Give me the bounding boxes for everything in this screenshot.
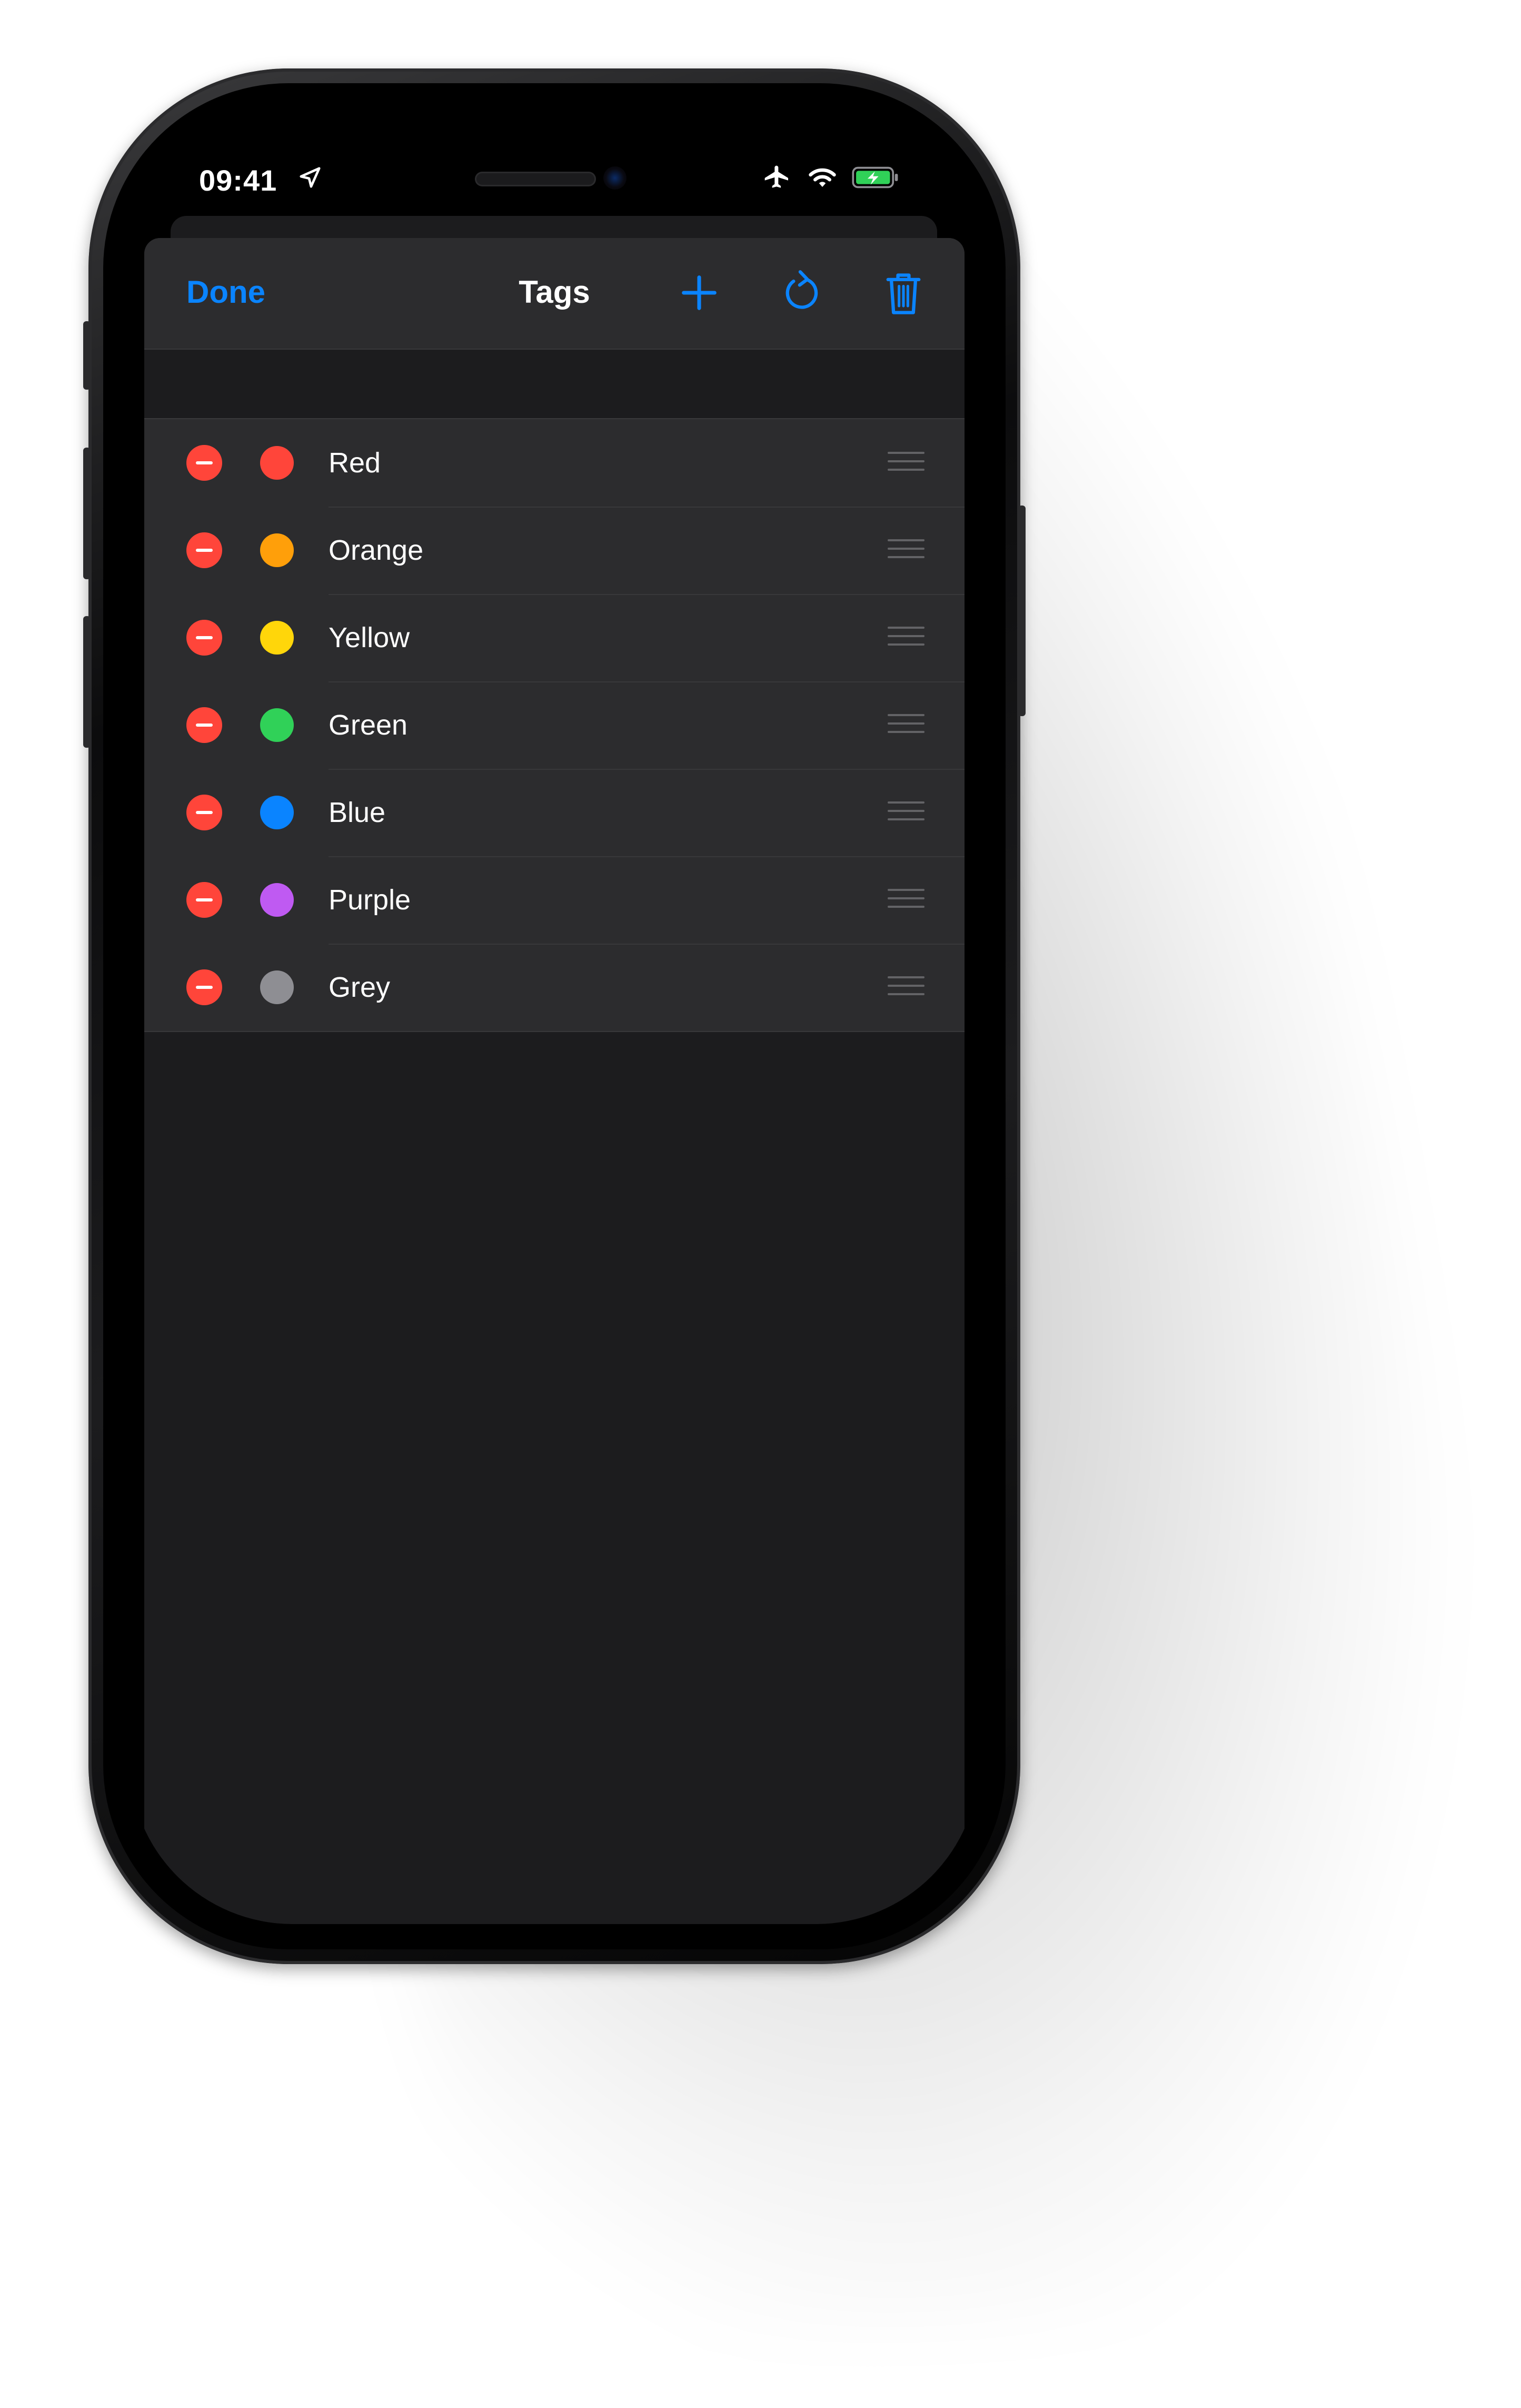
tag-label: Blue: [329, 797, 386, 828]
tag-label: Purple: [329, 884, 411, 916]
tag-label: Grey: [329, 972, 391, 1003]
front-camera: [603, 166, 627, 190]
page-title: Tags: [519, 274, 590, 310]
navigation-bar: Done Tags: [144, 238, 965, 350]
tag-row-orange: Orange: [144, 507, 965, 594]
tag-label: Red: [329, 447, 381, 479]
volume-up-button: [83, 448, 91, 579]
tag-row-red: Red: [144, 419, 965, 507]
tag-row-purple: Purple: [144, 856, 965, 944]
tag-label: Yellow: [329, 622, 410, 653]
color-dot-yellow: [260, 621, 294, 655]
reorder-handle-icon[interactable]: [888, 801, 924, 825]
reorder-handle-icon[interactable]: [888, 714, 924, 737]
tags-sheet: Done Tags Red Orange Yellow Green Blue P…: [144, 238, 965, 1924]
color-dot-red: [260, 446, 294, 480]
airplane-icon: [764, 165, 788, 188]
delete-grey-button[interactable]: [186, 969, 222, 1005]
tag-list: Red Orange Yellow Green Blue Purple Grey: [144, 418, 965, 1032]
color-dot-purple: [260, 883, 294, 917]
tag-row-blue: Blue: [144, 769, 965, 856]
reorder-handle-icon[interactable]: [888, 976, 924, 999]
reorder-handle-icon[interactable]: [888, 539, 924, 562]
screen: 09:41 Done Tags Red Orange Yellow Green …: [130, 105, 979, 1924]
battery-charging-icon: [852, 166, 898, 189]
speaker-grille: [475, 172, 596, 186]
delete-yellow-button[interactable]: [186, 620, 222, 656]
delete-orange-button[interactable]: [186, 532, 222, 568]
location-arrow-icon: [300, 167, 321, 188]
volume-down-button: [83, 616, 91, 748]
color-dot-orange: [260, 533, 294, 567]
wifi-icon: [809, 168, 836, 187]
delete-red-button[interactable]: [186, 445, 222, 481]
tag-row-green: Green: [144, 681, 965, 769]
delete-green-button[interactable]: [186, 707, 222, 743]
color-dot-blue: [260, 796, 294, 829]
tag-label: Green: [329, 709, 408, 741]
power-button: [1018, 506, 1026, 716]
delete-purple-button[interactable]: [186, 882, 222, 918]
reorder-handle-icon[interactable]: [888, 452, 924, 475]
reorder-handle-icon[interactable]: [888, 627, 924, 650]
status-bar: 09:41: [130, 105, 979, 211]
plus-icon[interactable]: [677, 269, 721, 317]
delete-blue-button[interactable]: [186, 795, 222, 830]
phone-frame: 09:41 Done Tags Red Orange Yellow Green …: [83, 68, 1026, 1964]
tag-row-yellow: Yellow: [144, 594, 965, 681]
tag-row-grey: Grey: [144, 944, 965, 1031]
color-dot-grey: [260, 970, 294, 1004]
status-time: 09:41: [199, 164, 277, 197]
tag-label: Orange: [329, 534, 424, 566]
refresh-icon[interactable]: [779, 269, 823, 317]
color-dot-green: [260, 708, 294, 742]
trash-icon[interactable]: [881, 269, 926, 317]
mute-switch: [83, 321, 91, 390]
reorder-handle-icon[interactable]: [888, 889, 924, 912]
